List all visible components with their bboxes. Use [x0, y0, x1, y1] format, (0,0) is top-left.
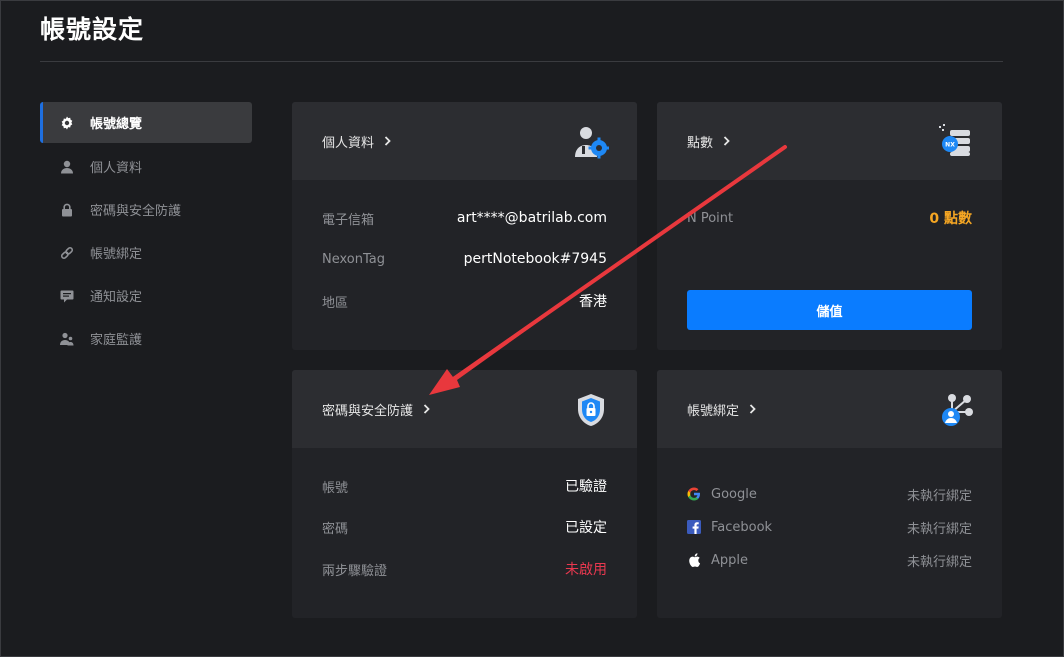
row-value: 已設定	[565, 520, 607, 536]
gear-icon	[60, 116, 74, 130]
sidebar-item-label: 家庭監護	[90, 333, 143, 348]
points-card: 點數 NX N Point 0 點數 儲值	[657, 102, 1002, 350]
sidebar-item-profile[interactable]: 個人資料	[40, 145, 252, 188]
sidebar-item-family[interactable]: 家庭監護	[40, 317, 252, 360]
row-key: 帳號	[322, 480, 349, 496]
row-value: 已驗證	[565, 479, 607, 495]
sidebar-item-binding[interactable]: 帳號綁定	[40, 231, 252, 274]
sidebar-item-label: 帳號綁定	[90, 247, 143, 262]
binding-card-title: 帳號綁定	[687, 403, 740, 419]
svg-text:NX: NX	[945, 142, 955, 149]
sidebar-item-security[interactable]: 密碼與安全防護	[40, 188, 252, 231]
google-icon	[687, 487, 701, 501]
row-value: art****@batrilab.com	[456, 210, 607, 226]
chevron-right-icon	[423, 404, 430, 414]
row-key: 地區	[322, 295, 349, 311]
page-title: 帳號設定	[40, 15, 145, 44]
row-key: N Point	[687, 210, 734, 226]
binding-row-google: Google 未執行綁定	[687, 484, 972, 504]
security-row-password: 密碼 已設定	[322, 517, 607, 537]
user-gear-icon	[573, 124, 609, 160]
sidebar-item-label: 密碼與安全防護	[90, 204, 182, 219]
row-value: 香港	[579, 294, 607, 310]
binding-row-facebook: Facebook 未執行綁定	[687, 517, 972, 537]
row-key: 兩步驟驗證	[322, 563, 388, 579]
profile-card-header[interactable]: 個人資料	[292, 102, 637, 180]
binding-status: 未執行綁定	[906, 488, 972, 504]
shield-lock-icon	[573, 392, 609, 428]
row-key: NexonTag	[322, 251, 385, 267]
binding-card-header[interactable]: 帳號綁定	[657, 370, 1002, 448]
profile-card-title: 個人資料	[322, 135, 375, 151]
provider-label: Apple	[711, 552, 749, 568]
apple-icon	[687, 553, 701, 567]
profile-row-nexontag: NexonTag pertNotebook#7945	[322, 249, 607, 269]
app-window: 帳號設定 帳號總覽 個人資料 密碼與安全防護 帳號綁定 通知設定 家庭監護 個人…	[0, 0, 1064, 657]
profile-card: 個人資料 電子信箱 art****@batrilab.com NexonTag …	[292, 102, 637, 350]
chevron-right-icon	[723, 136, 730, 146]
chevron-right-icon	[749, 404, 756, 414]
security-row-2fa: 兩步驟驗證 未啟用	[322, 559, 607, 579]
points-row: N Point 0 點數	[687, 208, 972, 228]
status-badge: 未啟用	[565, 562, 607, 578]
security-card: 密碼與安全防護 帳號 已驗證 密碼 已設定 兩步驟驗證 未啟用	[292, 370, 637, 618]
lock-icon	[60, 203, 74, 217]
share-user-icon	[938, 392, 974, 428]
nx-coin-icon: NX	[938, 124, 974, 160]
row-key: 密碼	[322, 521, 349, 537]
person-icon	[60, 160, 74, 174]
sidebar-item-label: 帳號總覽	[90, 117, 143, 132]
link-icon	[60, 246, 74, 260]
row-key: 電子信箱	[322, 212, 375, 228]
sidebar-item-label: 通知設定	[90, 290, 143, 305]
binding-card: 帳號綁定 Google 未執行綁定 Facebook 未執行綁定 Apple 未…	[657, 370, 1002, 618]
profile-row-region: 地區 香港	[322, 291, 607, 311]
row-value: pertNotebook#7945	[463, 251, 607, 267]
provider-label: Google	[711, 486, 757, 502]
message-icon	[60, 289, 74, 303]
sidebar-item-label: 個人資料	[90, 161, 143, 176]
chevron-right-icon	[384, 136, 391, 146]
sidebar-item-overview[interactable]: 帳號總覽	[40, 102, 252, 143]
sidebar: 帳號總覽 個人資料 密碼與安全防護 帳號綁定 通知設定 家庭監護	[40, 102, 252, 360]
binding-status: 未執行綁定	[906, 521, 972, 537]
binding-status: 未執行綁定	[906, 554, 972, 570]
security-card-title: 密碼與安全防護	[322, 403, 414, 419]
family-icon	[60, 332, 74, 346]
profile-row-email: 電子信箱 art****@batrilab.com	[322, 208, 607, 228]
sidebar-item-notifications[interactable]: 通知設定	[40, 274, 252, 317]
binding-row-apple: Apple 未執行綁定	[687, 550, 972, 570]
provider-label: Facebook	[711, 519, 773, 535]
security-row-account: 帳號 已驗證	[322, 476, 607, 496]
points-value: 0 點數	[929, 211, 972, 227]
facebook-icon	[687, 520, 701, 534]
points-card-title: 點數	[687, 135, 714, 151]
charge-button[interactable]: 儲值	[687, 290, 972, 330]
security-card-header[interactable]: 密碼與安全防護	[292, 370, 637, 448]
title-divider	[40, 61, 1003, 62]
points-card-header[interactable]: 點數 NX	[657, 102, 1002, 180]
